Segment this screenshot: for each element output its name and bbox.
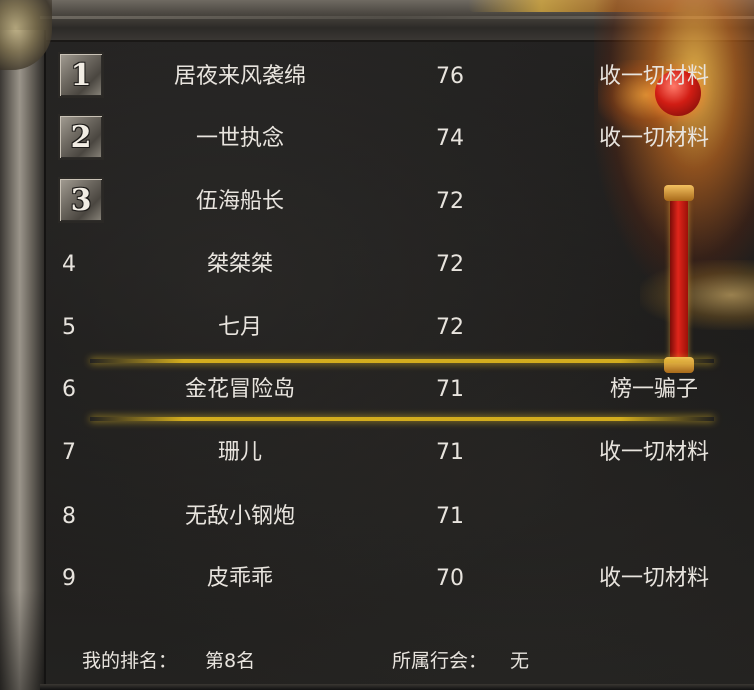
player-level: 72 — [436, 189, 464, 214]
bottom-frame-edge — [40, 684, 754, 690]
guild-value: 无 — [510, 650, 530, 672]
rank-number: 6 — [62, 377, 76, 402]
rank-badge-number: 2 — [70, 119, 92, 155]
player-guild: 收一切材料 — [598, 566, 709, 591]
player-level: 72 — [436, 315, 464, 340]
rank-3-badge-icon: 3 — [58, 177, 104, 223]
rank-number: 9 — [62, 566, 76, 591]
table-row[interactable]: 2 一世执念 74 收一切材料 — [0, 108, 754, 170]
player-level: 71 — [436, 377, 464, 402]
rank-number: 8 — [62, 504, 76, 529]
player-guild: 收一切材料 — [598, 440, 709, 465]
player-name: 无敌小钢炮 — [184, 504, 295, 529]
player-level: 74 — [436, 126, 464, 151]
player-name: 皮乖乖 — [206, 566, 273, 591]
table-row-selected[interactable]: 6 金花冒险岛 71 榜一骗子 — [0, 359, 754, 421]
player-guild: 榜一骗子 — [609, 377, 698, 402]
rank-1-badge-icon: 1 — [58, 52, 104, 98]
rank-number: 4 — [62, 252, 76, 277]
rank-badge-number: 3 — [70, 182, 92, 218]
player-level: 72 — [436, 252, 464, 277]
table-row[interactable]: 9 皮乖乖 70 收一切材料 — [0, 548, 754, 610]
guild-label: 所属行会： — [392, 650, 488, 672]
table-row[interactable]: 1 居夜来风袭绵 76 收一切材料 — [0, 46, 754, 108]
rank-2-badge-icon: 2 — [58, 114, 104, 160]
player-guild: 收一切材料 — [598, 126, 709, 151]
my-rank-label: 我的排名： — [82, 650, 178, 672]
leaderboard-panel: 1 居夜来风袭绵 76 收一切材料 2 一世执念 74 收一切材料 3 伍海船长… — [0, 0, 754, 690]
player-name: 七月 — [217, 315, 262, 340]
my-rank-footer: 我的排名： 第8名 所属行会： 无 — [0, 628, 754, 690]
my-rank-value: 第8名 — [205, 650, 256, 672]
player-name: 伍海船长 — [195, 189, 284, 214]
table-row[interactable]: 7 珊儿 71 收一切材料 — [0, 422, 754, 484]
table-row[interactable]: 4 桀桀桀 72 — [0, 234, 754, 296]
player-name: 桀桀桀 — [206, 252, 273, 277]
player-level: 71 — [436, 440, 464, 465]
rank-badge-number: 1 — [70, 57, 92, 93]
rank-number: 7 — [62, 440, 76, 465]
rank-number: 5 — [62, 315, 76, 340]
table-row[interactable]: 8 无敌小钢炮 71 — [0, 486, 754, 548]
player-name: 一世执念 — [195, 126, 284, 151]
player-level: 76 — [436, 64, 464, 89]
player-guild: 收一切材料 — [598, 64, 709, 89]
table-row[interactable]: 5 七月 72 — [0, 297, 754, 359]
player-level: 70 — [436, 566, 464, 591]
player-name: 居夜来风袭绵 — [173, 64, 306, 89]
table-row[interactable]: 3 伍海船长 72 — [0, 171, 754, 233]
leaderboard-table: 1 居夜来风袭绵 76 收一切材料 2 一世执念 74 收一切材料 3 伍海船长… — [0, 0, 754, 690]
player-level: 71 — [436, 504, 464, 529]
player-name: 珊儿 — [217, 440, 262, 465]
player-name: 金花冒险岛 — [184, 377, 295, 402]
